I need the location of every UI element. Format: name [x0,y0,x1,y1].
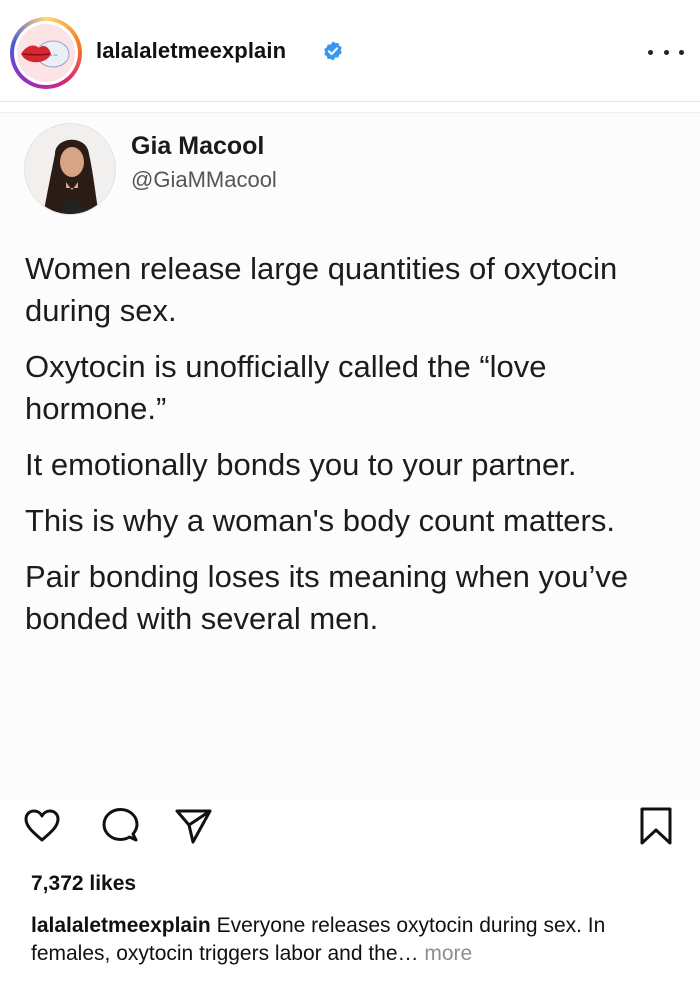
share-icon[interactable] [173,805,213,847]
post-caption: lalalaletmeexplain Everyone releases oxy… [31,912,681,968]
author-photo [25,124,115,214]
svg-text:~~: ~~ [48,52,58,59]
tweet-body: Women release large quantities of oxytoc… [25,248,675,654]
lips-logo-icon: ~~ [21,40,70,68]
heart-icon[interactable] [22,805,62,847]
tweet-screenshot: Gia Macool @GiaMMacool Women release lar… [0,112,700,800]
tweet-paragraph: Oxytocin is unofficially called the “lov… [25,349,547,426]
post-header: ~~ lalalaletmeexplain [0,0,700,102]
tweet-paragraph: Women release large quantities of oxytoc… [25,251,618,328]
caption-username[interactable]: lalalaletmeexplain [31,914,211,937]
comment-icon[interactable] [100,805,140,847]
tweet-paragraph: This is why a woman's body count matters… [25,503,615,538]
verified-badge-icon [324,41,342,61]
tweet-author-avatar [24,123,116,215]
tweet-paragraph: Pair bonding loses its meaning when you’… [25,559,629,636]
avatar-image: ~~ [17,24,75,82]
post-actions [0,805,700,855]
likes-count[interactable]: 7,372 likes [31,872,136,896]
tweet-author-handle: @GiaMMacool [131,167,277,192]
profile-avatar[interactable]: ~~ [10,17,82,89]
post-username[interactable]: lalalaletmeexplain [96,38,286,64]
caption-more-link[interactable]: more [424,942,472,965]
more-options-button[interactable] [648,45,684,59]
tweet-paragraph: It emotionally bonds you to your partner… [25,447,577,482]
tweet-author-name: Gia Macool [131,132,265,160]
bookmark-icon[interactable] [636,805,676,847]
